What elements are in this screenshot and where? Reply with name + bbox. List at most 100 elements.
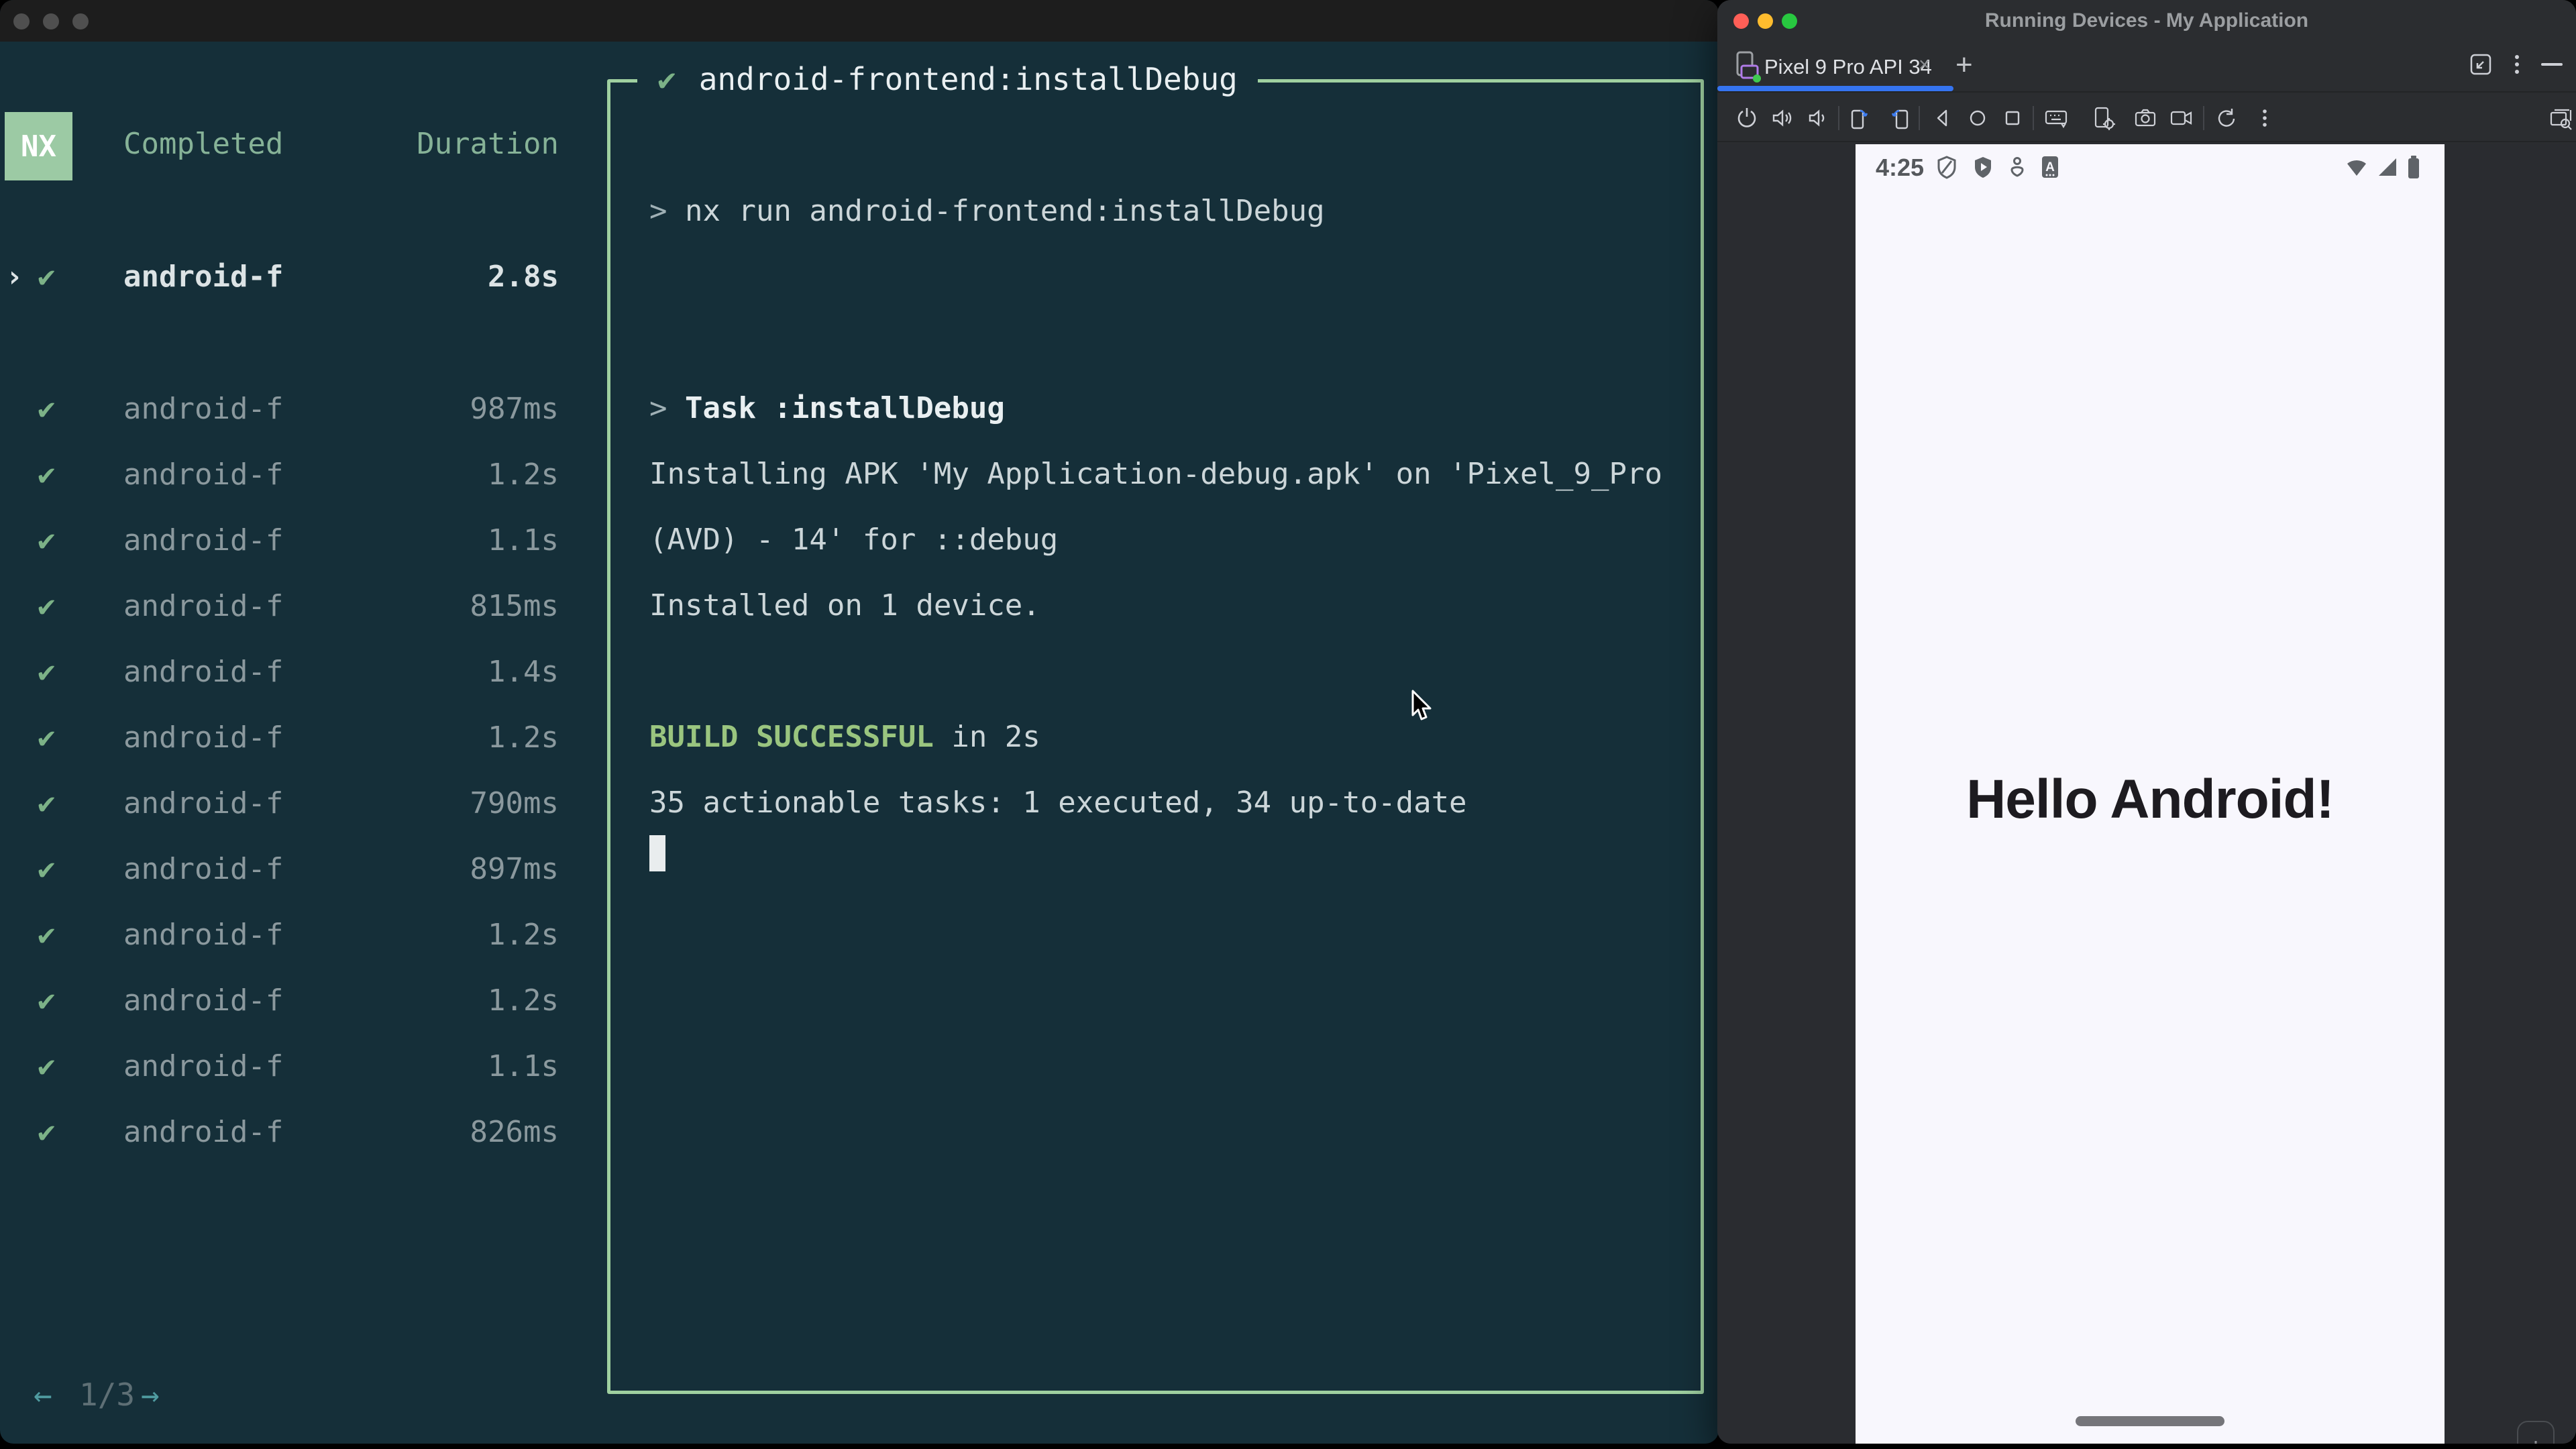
task-duration: 1.2s: [488, 983, 559, 1018]
rotate-left-icon[interactable]: [1846, 105, 1873, 131]
check-icon: ✔: [38, 589, 56, 623]
svg-text:A: A: [2045, 160, 2055, 174]
terminal-window: NX Completed Duration › ✔ android-f 2.8s…: [0, 0, 1719, 1444]
dock-panel-icon[interactable]: [2467, 51, 2494, 78]
maximize-window-icon[interactable]: [72, 13, 89, 30]
page-prev-button[interactable]: ←: [34, 1378, 52, 1411]
minimize-window-icon[interactable]: [43, 13, 59, 30]
task-duration: 987ms: [470, 392, 559, 426]
pagination: ← 1/3 →: [0, 1378, 201, 1411]
rotate-right-icon[interactable]: [1886, 105, 1913, 131]
status-time: 4:25: [1876, 154, 1925, 181]
build-status: BUILD SUCCESSFUL: [649, 720, 934, 754]
gesture-navigation-bar[interactable]: [2076, 1416, 2224, 1426]
task-name: android-f: [123, 392, 284, 426]
device-display-area: 4:25 A Hello Android! + − 1:1: [1717, 144, 2576, 1444]
power-icon[interactable]: [1733, 105, 1760, 131]
tab-close-icon[interactable]: ×: [1919, 54, 1931, 76]
task-duration: 790ms: [470, 786, 559, 820]
close-window-icon[interactable]: [13, 13, 30, 30]
task-name: android-f: [123, 786, 284, 820]
shield-icon: [1937, 156, 1956, 179]
task-row[interactable]: ✔ android-f 1.2s: [0, 722, 577, 754]
prompt-chevron: >: [649, 194, 685, 228]
back-icon[interactable]: [1929, 105, 1956, 131]
task-name: android-f: [123, 458, 284, 492]
restart-icon[interactable]: [2212, 105, 2239, 131]
mouse-cursor: [1411, 690, 1432, 720]
play-protect-icon: [1975, 157, 1991, 178]
wifi-icon: [2347, 160, 2366, 176]
task-row-selected[interactable]: › ✔ android-f 2.8s: [0, 261, 577, 293]
nx-logo: NX: [5, 112, 72, 180]
task-row[interactable]: ✔ android-f 1.2s: [0, 985, 577, 1017]
toolbar-more-options-icon[interactable]: [2251, 105, 2278, 131]
task-row[interactable]: ✔ android-f 790ms: [0, 788, 577, 820]
check-icon: ✔: [38, 983, 56, 1018]
terminal-line-build-result: BUILD SUCCESSFUL in 2s: [649, 720, 1040, 755]
check-icon: ✔: [657, 61, 676, 97]
page-next-button[interactable]: →: [141, 1378, 160, 1411]
command-text: nx run android-frontend:installDebug: [684, 194, 1325, 228]
task-row[interactable]: ✔ android-f 1.4s: [0, 656, 577, 688]
studio-titlebar[interactable]: Running Devices - My Application: [1717, 0, 2576, 42]
hide-panel-icon[interactable]: [2537, 51, 2567, 78]
check-icon: ✔: [38, 1115, 56, 1149]
check-icon: ✔: [38, 392, 56, 426]
task-duration: 826ms: [470, 1115, 559, 1149]
page-indicator: 1/3: [79, 1377, 136, 1413]
task-output-title-label: android-frontend:installDebug: [698, 61, 1238, 97]
build-time: in 2s: [933, 720, 1040, 754]
screen-record-icon[interactable]: [2168, 105, 2195, 131]
task-duration: 815ms: [470, 589, 559, 623]
emulator-screen[interactable]: 4:25 A Hello Android!: [1856, 144, 2445, 1444]
volume-up-icon[interactable]: [1768, 105, 1795, 131]
terminal-line-install-3: Installed on 1 device.: [649, 588, 1040, 623]
check-icon: ✔: [38, 720, 56, 755]
device-tabbar: Pixel 9 Pro API 34 × +: [1717, 42, 2576, 93]
check-icon: ✔: [38, 852, 56, 886]
task-name: android-f: [123, 1049, 284, 1083]
task-row[interactable]: ✔ android-f 1.2s: [0, 919, 577, 951]
task-row[interactable]: ✔ android-f 987ms: [0, 393, 577, 425]
check-icon: ✔: [38, 458, 56, 492]
active-tab-indicator: [1717, 86, 1953, 91]
check-icon: ✔: [38, 260, 56, 294]
task-row[interactable]: ✔ android-f 897ms: [0, 853, 577, 885]
task-list: ✔ android-f 987ms ✔ android-f 1.2s ✔ and…: [0, 393, 577, 1182]
terminal-titlebar[interactable]: [0, 0, 1719, 42]
task-duration: 1.4s: [488, 655, 559, 689]
task-name: android-f: [123, 260, 284, 294]
task-name: android-f: [123, 655, 284, 689]
zoom-controls: + − 1:1: [2517, 1421, 2555, 1444]
task-row[interactable]: ✔ android-f 826ms: [0, 1116, 577, 1148]
terminal-line-command: > nx run android-frontend:installDebug: [649, 194, 1325, 229]
hello-android-text: Hello Android!: [1966, 769, 2334, 830]
volume-down-icon[interactable]: [1803, 105, 1830, 131]
new-tab-button[interactable]: +: [1955, 48, 1973, 82]
zoom-in-button[interactable]: +: [2518, 1432, 2553, 1444]
device-settings-icon[interactable]: [2090, 105, 2117, 131]
selected-arrow-icon: ›: [5, 260, 23, 294]
prompt-chevron: >: [649, 391, 685, 425]
task-name: android-f: [123, 918, 284, 952]
task-name: android-f: [123, 589, 284, 623]
task-name: android-f: [123, 523, 284, 557]
task-row[interactable]: ✔ android-f 1.1s: [0, 525, 577, 557]
task-name: android-f: [123, 720, 284, 755]
terminal-line-task: > Task :installDebug: [649, 391, 1005, 426]
home-icon[interactable]: [1964, 105, 1991, 131]
task-row[interactable]: ✔ android-f 815ms: [0, 590, 577, 623]
task-row[interactable]: ✔ android-f 1.1s: [0, 1051, 577, 1083]
task-row[interactable]: ✔ android-f 1.2s: [0, 459, 577, 491]
check-icon: ✔: [38, 786, 56, 820]
check-icon: ✔: [38, 523, 56, 557]
camera-icon[interactable]: [2132, 105, 2159, 131]
running-devices-window: Running Devices - My Application Pixel 9…: [1717, 0, 2576, 1444]
task-name: android-f: [123, 983, 284, 1018]
tab-pixel-9-pro[interactable]: Pixel 9 Pro API 34 ×: [1717, 42, 1953, 91]
keyboard-icon[interactable]: [2043, 105, 2070, 131]
more-options-icon[interactable]: [2504, 51, 2530, 78]
screen-search-icon[interactable]: [2548, 105, 2575, 131]
overview-icon[interactable]: [1999, 105, 2026, 131]
